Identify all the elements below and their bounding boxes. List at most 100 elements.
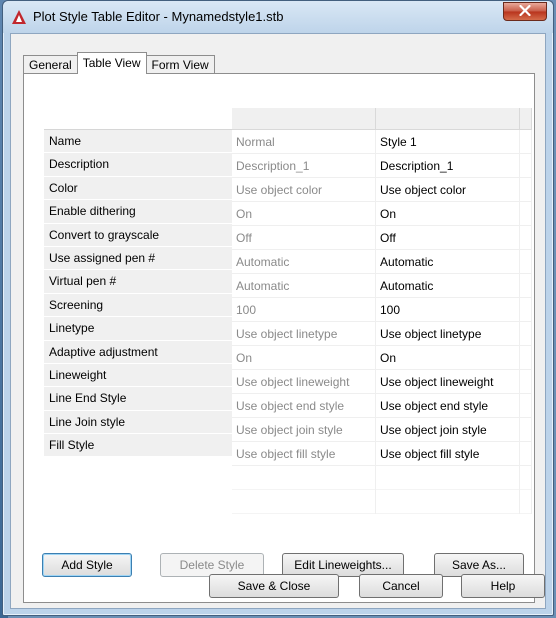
row-header-0[interactable]: Name xyxy=(44,130,232,154)
empty-cell xyxy=(376,466,520,490)
help-button[interactable]: Help xyxy=(461,574,545,598)
empty-cell xyxy=(520,418,532,442)
style-property-grid: Name Description Color Enable dithering Conv… xyxy=(44,108,532,514)
normal-style-cell[interactable]: Automatic xyxy=(232,274,376,298)
property-name-column: Name Description Color Enable dithering Conv… xyxy=(44,108,232,458)
row-header-9[interactable]: Adaptive adjustment xyxy=(44,340,232,364)
column-header-normal[interactable] xyxy=(232,108,376,130)
empty-cell xyxy=(520,466,532,490)
empty-cell xyxy=(520,154,532,178)
row-header-11[interactable]: Line End Style xyxy=(44,387,232,411)
table-row: Use object color Use object color xyxy=(232,178,532,202)
table-row: On On xyxy=(232,346,532,370)
row-header-10[interactable]: Lineweight xyxy=(44,363,232,388)
style-1-cell[interactable]: Automatic xyxy=(376,274,520,298)
style-1-cell[interactable]: Use object linetype xyxy=(376,322,520,346)
title-bar[interactable]: Plot Style Table Editor - Mynamedstyle1.… xyxy=(3,1,553,33)
table-row: Use object end style Use object end style xyxy=(232,394,532,418)
column-header-style-1[interactable] xyxy=(376,108,520,130)
row-header-3[interactable]: Enable dithering xyxy=(44,200,232,224)
empty-cell xyxy=(520,298,532,322)
column-header-row xyxy=(232,108,532,130)
empty-cell xyxy=(520,130,532,154)
style-1-cell[interactable]: 100 xyxy=(376,298,520,322)
window-title: Plot Style Table Editor - Mynamedstyle1.… xyxy=(33,9,284,24)
table-row: Automatic Automatic xyxy=(232,250,532,274)
style-1-cell[interactable]: On xyxy=(376,202,520,226)
empty-cell xyxy=(520,322,532,346)
row-header-1[interactable]: Description xyxy=(44,153,232,177)
style-columns: Normal Style 1 Description_1 Description_1 U… xyxy=(232,108,532,514)
empty-table-row xyxy=(232,466,532,490)
normal-style-cell[interactable]: Use object linetype xyxy=(232,322,376,346)
table-row: Use object linetype Use object linetype xyxy=(232,322,532,346)
normal-style-cell[interactable]: Use object fill style xyxy=(232,442,376,466)
style-1-cell[interactable]: Use object fill style xyxy=(376,442,520,466)
table-row: Use object join style Use object join sty… xyxy=(232,418,532,442)
empty-cell xyxy=(520,346,532,370)
table-row: Description_1 Description_1 xyxy=(232,154,532,178)
style-1-cell[interactable]: Automatic xyxy=(376,250,520,274)
plot-style-editor-window: Plot Style Table Editor - Mynamedstyle1.… xyxy=(2,0,554,616)
empty-cell xyxy=(232,490,376,514)
style-1-cell[interactable]: Use object end style xyxy=(376,394,520,418)
table-row: Automatic Automatic xyxy=(232,274,532,298)
table-view-panel: Name Description Color Enable dithering Conv… xyxy=(23,73,535,603)
row-header-6[interactable]: Virtual pen # xyxy=(44,270,232,294)
row-header-13[interactable]: Fill Style xyxy=(44,434,232,458)
save-close-button[interactable]: Save & Close xyxy=(209,574,339,598)
empty-cell xyxy=(520,250,532,274)
style-1-cell[interactable]: Use object join style xyxy=(376,418,520,442)
table-row: Off Off xyxy=(232,226,532,250)
empty-cell xyxy=(376,490,520,514)
style-1-cell[interactable]: On xyxy=(376,346,520,370)
table-row: Use object lineweight Use object lineweig… xyxy=(232,370,532,394)
add-style-button[interactable]: Add Style xyxy=(42,553,132,577)
empty-cell xyxy=(520,226,532,250)
table-row: Normal Style 1 xyxy=(232,130,532,154)
style-1-cell[interactable]: Use object color xyxy=(376,178,520,202)
style-1-cell[interactable]: Off xyxy=(376,226,520,250)
row-header-4[interactable]: Convert to grayscale xyxy=(44,223,232,247)
normal-style-cell[interactable]: On xyxy=(232,202,376,226)
normal-style-cell[interactable]: Use object join style xyxy=(232,418,376,442)
style-1-cell[interactable]: Use object lineweight xyxy=(376,370,520,394)
empty-cell xyxy=(520,202,532,226)
tab-strip: General Table View Form View xyxy=(23,52,215,74)
tab-general[interactable]: General xyxy=(23,55,78,74)
row-header-2[interactable]: Color xyxy=(44,176,232,201)
empty-cell xyxy=(520,370,532,394)
empty-cell xyxy=(520,274,532,298)
normal-style-cell[interactable]: Off xyxy=(232,226,376,250)
row-header-8[interactable]: Linetype xyxy=(44,317,232,341)
tab-table-view[interactable]: Table View xyxy=(76,52,147,74)
cancel-button[interactable]: Cancel xyxy=(359,574,443,598)
table-row: On On xyxy=(232,202,532,226)
table-row: 100 100 xyxy=(232,298,532,322)
row-header-12[interactable]: Line Join style xyxy=(44,410,232,435)
row-header-corner xyxy=(44,108,232,130)
row-header-7[interactable]: Screening xyxy=(44,293,232,318)
column-header-empty xyxy=(520,108,532,130)
table-row: Use object fill style Use object fill sty… xyxy=(232,442,532,466)
empty-cell xyxy=(520,178,532,202)
normal-style-cell[interactable]: Use object lineweight xyxy=(232,370,376,394)
close-button[interactable] xyxy=(503,2,547,21)
normal-style-cell[interactable]: Use object end style xyxy=(232,394,376,418)
normal-style-cell[interactable]: Description_1 xyxy=(232,154,376,178)
normal-style-cell[interactable]: 100 xyxy=(232,298,376,322)
empty-cell xyxy=(520,490,532,514)
style-1-cell[interactable]: Style 1 xyxy=(376,130,520,154)
empty-cell xyxy=(232,466,376,490)
empty-cell xyxy=(520,442,532,466)
autocad-app-icon xyxy=(11,9,27,25)
row-header-5[interactable]: Use assigned pen # xyxy=(44,246,232,271)
normal-style-cell[interactable]: Use object color xyxy=(232,178,376,202)
normal-style-cell[interactable]: Automatic xyxy=(232,250,376,274)
normal-style-cell[interactable]: Normal xyxy=(232,130,376,154)
normal-style-cell[interactable]: On xyxy=(232,346,376,370)
close-icon xyxy=(519,4,531,19)
tab-form-view[interactable]: Form View xyxy=(145,55,215,74)
empty-cell xyxy=(520,394,532,418)
style-1-cell[interactable]: Description_1 xyxy=(376,154,520,178)
